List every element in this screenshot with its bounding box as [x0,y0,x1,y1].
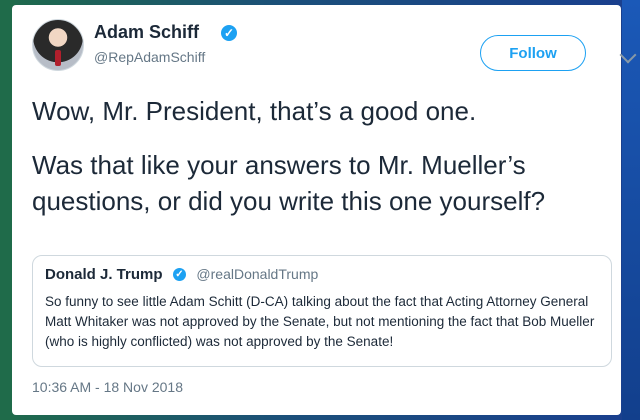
quoted-tweet-text: So funny to see little Adam Schitt (D-CA… [45,294,595,349]
quoted-author-name: Donald J. Trump [45,266,163,283]
right-background-strip [622,0,640,420]
author-avatar[interactable] [32,19,84,71]
tweet-body: Wow, Mr. President, that’s a good one. W… [32,93,617,237]
follow-button[interactable]: Follow [480,35,586,71]
tweet-text-line2: Was that like your answers to Mr. Muelle… [32,150,546,216]
tweet-header: Adam Schiff ✓ @RepAdamSchiff Follow [32,19,637,75]
verified-badge-icon: ✓ [221,25,237,41]
quoted-tweet[interactable]: Donald J. Trump ✓ @realDonaldTrump So fu… [32,255,612,367]
tweet-card: Adam Schiff ✓ @RepAdamSchiff Follow Wow,… [12,5,637,415]
author-name[interactable]: Adam Schiff [94,22,199,43]
quoted-tweet-header: Donald J. Trump ✓ @realDonaldTrump [45,266,599,284]
author-handle[interactable]: @RepAdamSchiff [94,49,205,65]
tweet-timestamp[interactable]: 10:36 AM - 18 Nov 2018 [32,379,183,395]
quoted-author-handle: @realDonaldTrump [196,266,319,282]
tweet-text-line1: Wow, Mr. President, that’s a good one. [32,96,477,126]
avatar-tie [55,50,61,66]
quoted-verified-badge-icon: ✓ [172,268,186,282]
